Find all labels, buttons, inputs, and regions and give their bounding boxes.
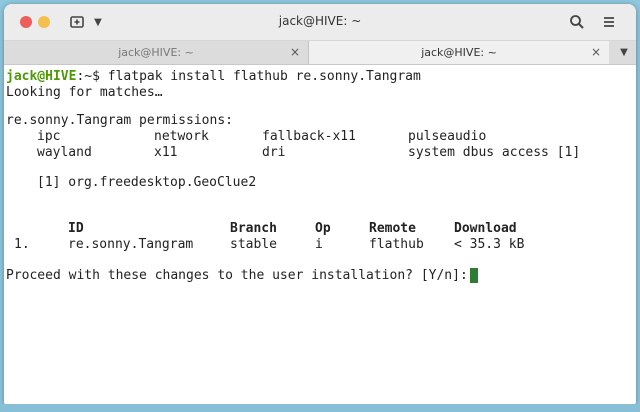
table-header-download: Download [454, 221, 517, 236]
search-icon[interactable] [568, 12, 586, 32]
table-cell-op: i [315, 237, 323, 252]
permission-item: pulseaudio [408, 129, 487, 144]
table-header-id: ID [68, 221, 84, 236]
prompt-separator: :~$ [76, 69, 100, 84]
table-cell-branch: stable [230, 237, 277, 252]
text-cursor [470, 268, 478, 283]
tab-label: jack@HIVE: ~ [421, 46, 497, 59]
prompt-user: jack@HIVE [6, 69, 77, 84]
permission-item: network [154, 129, 209, 144]
close-icon[interactable]: × [288, 41, 302, 64]
menu-icon[interactable] [600, 12, 618, 32]
desktop-background [0, 404, 640, 412]
table-cell-download: < 35.3 kB [454, 237, 525, 252]
table-row-number: 1. [14, 237, 30, 252]
table-cell-id: re.sonny.Tangram [68, 237, 194, 252]
permission-item: dri [262, 145, 286, 160]
tabs-dropdown-icon[interactable]: ▼ [614, 41, 634, 64]
permission-item: fallback-x11 [262, 129, 356, 144]
permissions-heading: re.sonny.Tangram permissions: [6, 113, 233, 128]
tab-bar: jack@HIVE: ~ × jack@HIVE: ~ × ▼ [4, 41, 636, 65]
terminal-window: ▼ jack@HIVE: ~ jack@HIVE: ~ × jack@HIVE:… [4, 4, 636, 404]
table-header-branch: Branch [230, 221, 277, 236]
tab-2[interactable]: jack@HIVE: ~ × [309, 41, 609, 64]
tab-label: jack@HIVE: ~ [118, 46, 194, 59]
window-title: jack@HIVE: ~ [278, 14, 362, 28]
title-bar: ▼ jack@HIVE: ~ [4, 4, 636, 41]
command-text: flatpak install flathub re.sonny.Tangram [99, 69, 421, 84]
permission-footnote: [1] org.freedesktop.GeoClue2 [37, 175, 257, 190]
permission-item: wayland [37, 145, 92, 160]
tab-1[interactable]: jack@HIVE: ~ × [4, 41, 309, 64]
table-header-op: Op [315, 221, 331, 236]
terminal-output[interactable]: jack@HIVE:~$ flatpak install flathub re.… [4, 65, 636, 404]
command-line: jack@HIVE:~$ flatpak install flathub re.… [6, 69, 421, 85]
close-icon[interactable]: × [589, 41, 603, 64]
looking-line: Looking for matches… [6, 85, 163, 100]
table-cell-remote: flathub [369, 237, 424, 252]
permission-item: system dbus access [1] [408, 145, 581, 160]
permission-item: ipc [37, 129, 61, 144]
proceed-prompt: Proceed with these changes to the user i… [6, 268, 468, 283]
permission-item: x11 [154, 145, 178, 160]
table-header-remote: Remote [369, 221, 416, 236]
